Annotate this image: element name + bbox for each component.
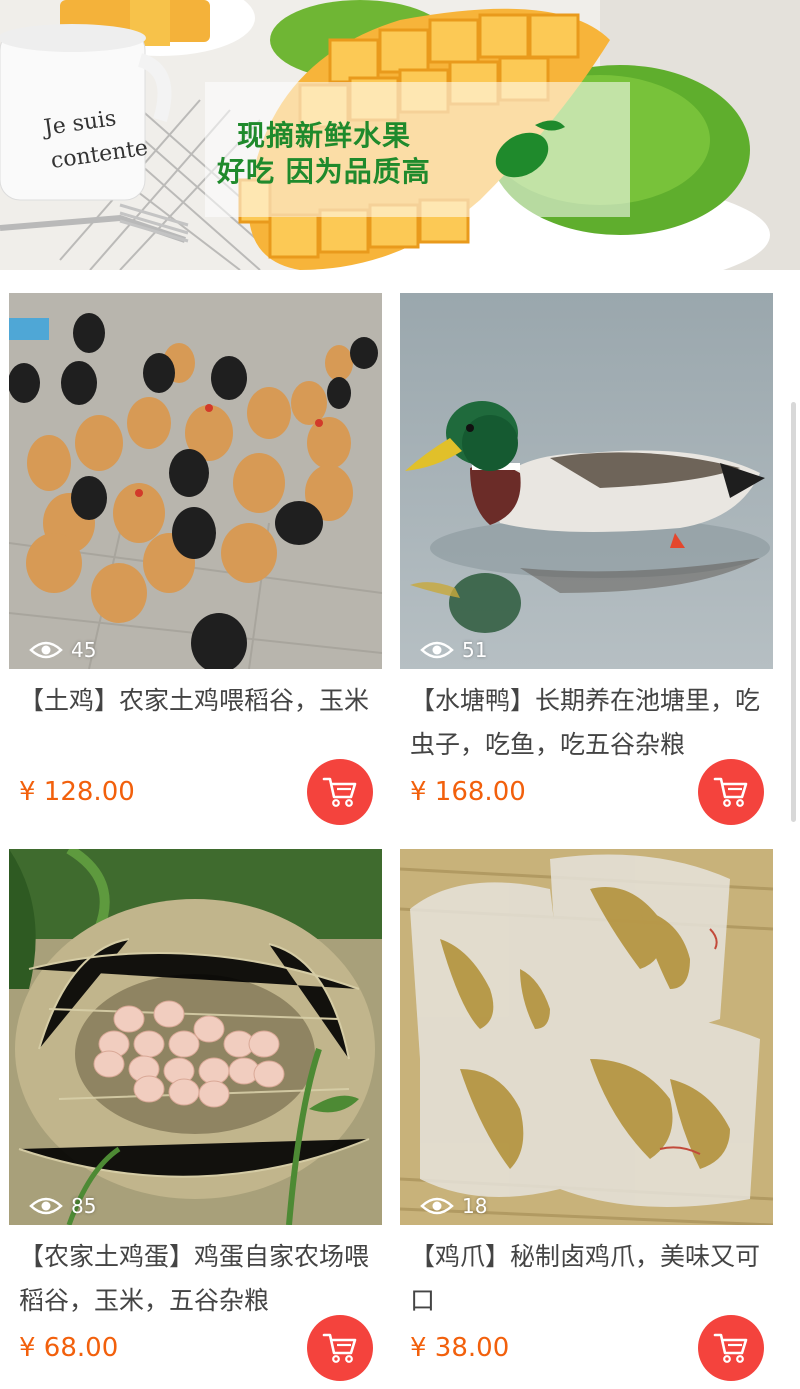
- view-count-value: 85: [71, 1194, 97, 1218]
- eye-icon: [420, 641, 454, 659]
- product-image[interactable]: [400, 293, 773, 669]
- cart-icon: [322, 777, 357, 807]
- eye-icon: [29, 1197, 63, 1215]
- product-image[interactable]: [9, 293, 382, 669]
- cart-icon: [713, 1333, 748, 1363]
- product-title[interactable]: 【土鸡】农家土鸡喂稻谷，玉米: [19, 679, 375, 723]
- product-card[interactable]: 51 【水塘鸭】长期养在池塘里，吃虫子，吃鱼，吃五谷杂粮 ¥ 168.00: [400, 293, 773, 833]
- add-to-cart-button[interactable]: [307, 759, 373, 825]
- add-to-cart-button[interactable]: [698, 1315, 764, 1381]
- view-count: 18: [420, 1194, 487, 1218]
- view-count: 51: [420, 638, 487, 662]
- banner-subheadline: 好吃 因为品质高: [217, 155, 431, 188]
- product-card[interactable]: 85 【农家土鸡蛋】鸡蛋自家农场喂稻谷，玉米，五谷杂粮 ¥ 68.00: [9, 849, 382, 1389]
- scrollbar[interactable]: [791, 402, 796, 822]
- view-count-value: 45: [71, 638, 97, 662]
- product-image[interactable]: [400, 849, 773, 1225]
- eye-icon: [420, 1197, 454, 1215]
- product-price: ¥ 128.00: [19, 777, 135, 807]
- product-title[interactable]: 【鸡爪】秘制卤鸡爪，美味又可口: [410, 1235, 766, 1323]
- product-title[interactable]: 【水塘鸭】长期养在池塘里，吃虫子，吃鱼，吃五谷杂粮: [410, 679, 766, 767]
- cart-icon: [713, 777, 748, 807]
- add-to-cart-button[interactable]: [698, 759, 764, 825]
- product-price: ¥ 68.00: [19, 1333, 119, 1363]
- view-count-value: 18: [462, 1194, 488, 1218]
- view-count: 85: [29, 1194, 96, 1218]
- promo-banner[interactable]: Je suis contente 现摘新鲜水果 好吃 因为品质高: [0, 0, 800, 270]
- eye-icon: [29, 641, 63, 659]
- product-title[interactable]: 【农家土鸡蛋】鸡蛋自家农场喂稻谷，玉米，五谷杂粮: [19, 1235, 375, 1323]
- product-price: ¥ 168.00: [410, 777, 526, 807]
- product-price: ¥ 38.00: [410, 1333, 510, 1363]
- product-card[interactable]: 18 【鸡爪】秘制卤鸡爪，美味又可口 ¥ 38.00: [400, 849, 773, 1389]
- view-count-value: 51: [462, 638, 488, 662]
- product-card[interactable]: 45 【土鸡】农家土鸡喂稻谷，玉米 ¥ 128.00: [9, 293, 382, 833]
- banner-headline: 现摘新鲜水果: [237, 119, 412, 152]
- view-count: 45: [29, 638, 96, 662]
- product-image[interactable]: [9, 849, 382, 1225]
- cart-icon: [322, 1333, 357, 1363]
- add-to-cart-button[interactable]: [307, 1315, 373, 1381]
